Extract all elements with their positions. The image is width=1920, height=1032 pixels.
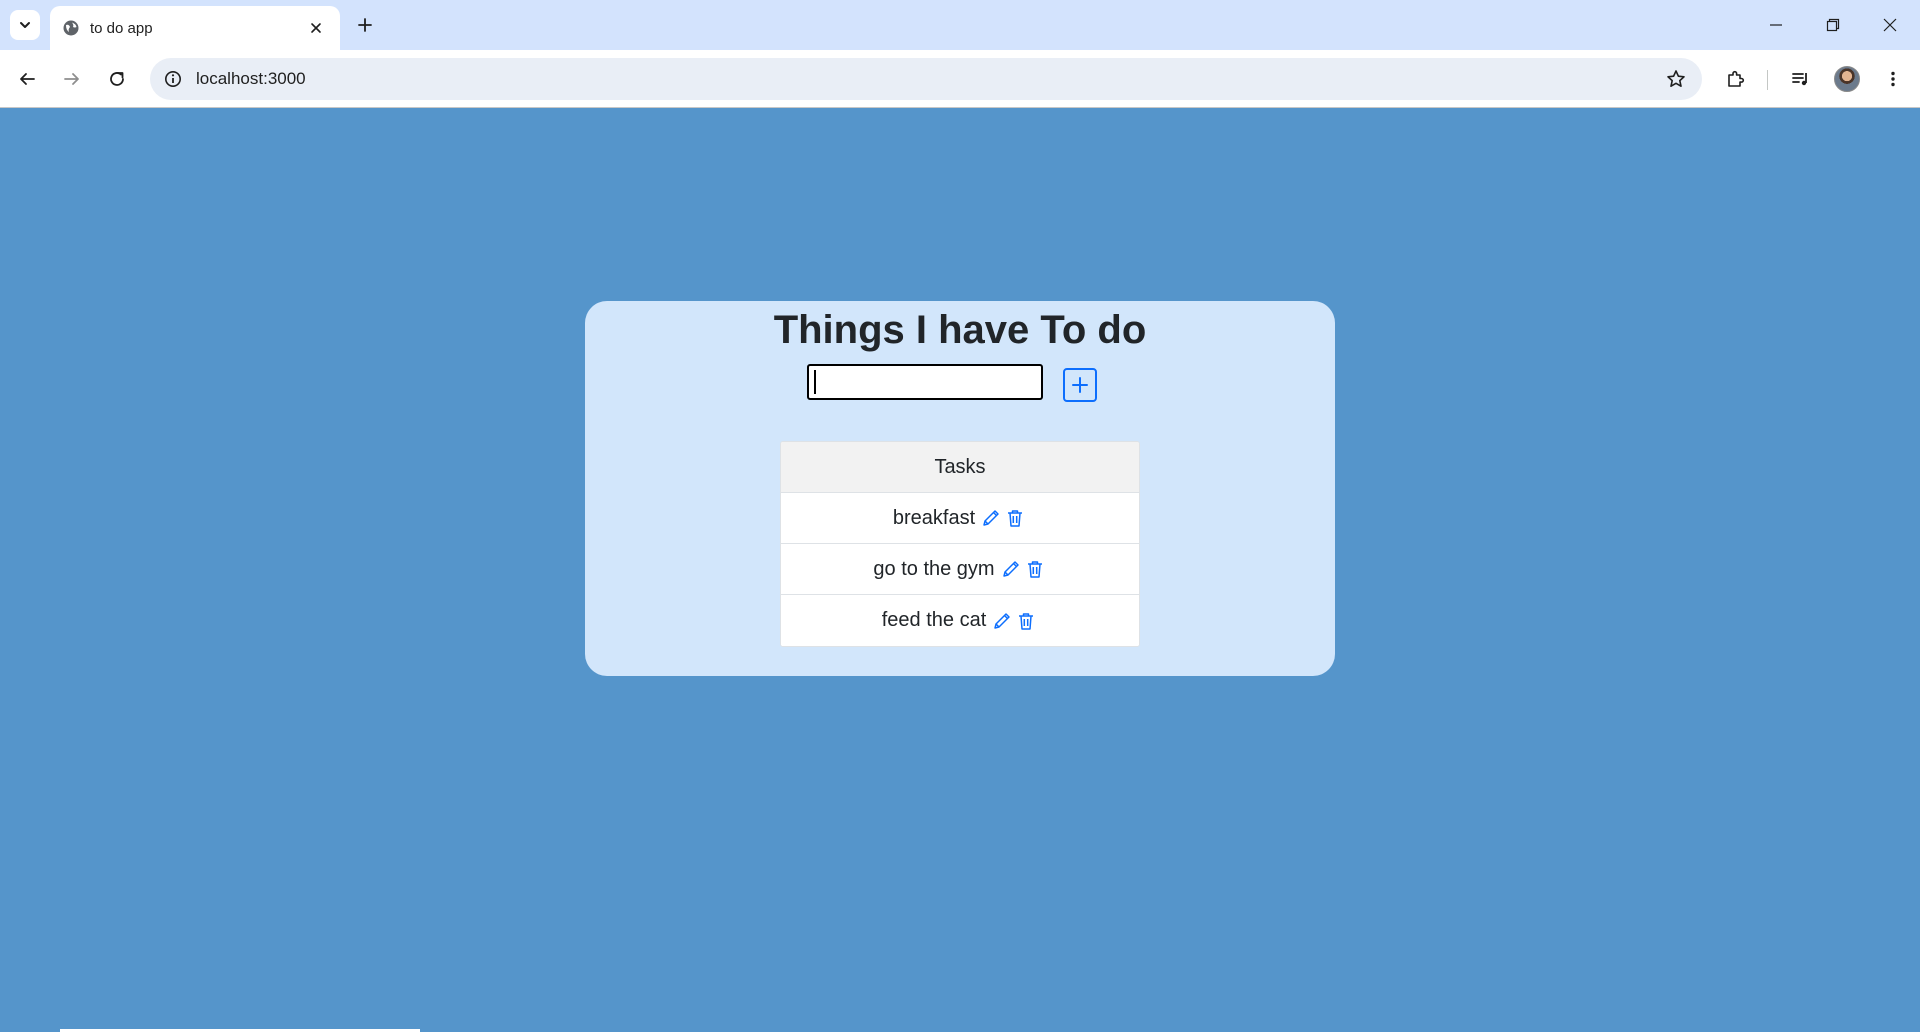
- minimize-button[interactable]: [1748, 0, 1804, 50]
- arrow-right-icon: [64, 73, 79, 85]
- delete-task-button[interactable]: [1023, 557, 1047, 581]
- globe-icon: [63, 20, 79, 36]
- reload-icon: [110, 72, 124, 86]
- restore-button[interactable]: [1805, 0, 1861, 50]
- tasks-table: Tasks breakfast go to the gym feed the c…: [780, 441, 1140, 647]
- tab-close-button[interactable]: [304, 16, 328, 40]
- site-info-button[interactable]: [158, 64, 188, 94]
- tab-search-button[interactable]: [10, 10, 40, 40]
- close-icon: [311, 23, 321, 33]
- chevron-down-icon: [20, 22, 30, 28]
- close-icon: [1883, 18, 1897, 32]
- text-caret: [814, 370, 816, 394]
- task-label: feed the cat: [881, 609, 987, 631]
- more-vertical-icon: [1891, 71, 1895, 87]
- reload-button[interactable]: [99, 61, 135, 97]
- plus-square-icon: [1072, 377, 1088, 393]
- plus-icon: [358, 18, 372, 32]
- media-controls-button[interactable]: [1783, 61, 1819, 97]
- back-button[interactable]: [9, 61, 45, 97]
- star-icon: [1667, 70, 1685, 87]
- delete-task-button[interactable]: [1003, 506, 1027, 530]
- puzzle-icon: [1728, 70, 1745, 87]
- task-label: go to the gym: [873, 557, 995, 580]
- url-text[interactable]: localhost:3000: [196, 69, 1658, 89]
- todo-card: Things I have To do Tasks breakfast go t…: [585, 301, 1335, 676]
- playlist-icon: [1792, 73, 1807, 86]
- edit-task-button[interactable]: [990, 609, 1014, 633]
- trash-icon: [1027, 561, 1042, 578]
- browser-tabstrip: to do app: [0, 0, 1920, 50]
- delete-task-button[interactable]: [1014, 609, 1038, 633]
- tasks-header-label: Tasks: [934, 455, 986, 478]
- profile-button[interactable]: [1829, 61, 1865, 97]
- task-label: breakfast: [892, 506, 976, 529]
- trash-icon: [1008, 510, 1023, 527]
- page-title: Things I have To do: [773, 308, 1147, 352]
- pencil-icon: [983, 510, 999, 526]
- browser-menu-button[interactable]: [1875, 61, 1911, 97]
- avatar: [1834, 66, 1860, 92]
- toolbar-separator: [1767, 70, 1768, 90]
- tab-title: to do app: [90, 19, 153, 37]
- table-row: go to the gym: [781, 544, 1139, 595]
- arrow-left-icon: [20, 73, 35, 85]
- trash-icon: [1019, 612, 1034, 630]
- pencil-icon: [1002, 561, 1019, 577]
- browser-tab-active[interactable]: to do app: [50, 6, 340, 50]
- close-window-button[interactable]: [1862, 0, 1918, 50]
- browser-toolbar: localhost:3000: [0, 50, 1920, 108]
- info-icon: [165, 71, 181, 87]
- minimize-icon: [1770, 24, 1782, 26]
- new-tab-button[interactable]: [350, 10, 380, 40]
- edit-task-button[interactable]: [979, 506, 1003, 530]
- edit-task-button[interactable]: [999, 557, 1023, 581]
- tasks-table-header: Tasks: [781, 442, 1139, 493]
- new-task-input[interactable]: [807, 364, 1043, 400]
- forward-button[interactable]: [54, 61, 90, 97]
- bookmark-button[interactable]: [1658, 61, 1694, 97]
- table-row: feed the cat: [781, 595, 1139, 646]
- add-task-button[interactable]: [1063, 368, 1097, 402]
- table-row: breakfast: [781, 493, 1139, 544]
- extensions-button[interactable]: [1717, 61, 1753, 97]
- address-bar[interactable]: localhost:3000: [150, 58, 1702, 100]
- restore-icon: [1826, 18, 1840, 32]
- pencil-icon: [994, 612, 1011, 629]
